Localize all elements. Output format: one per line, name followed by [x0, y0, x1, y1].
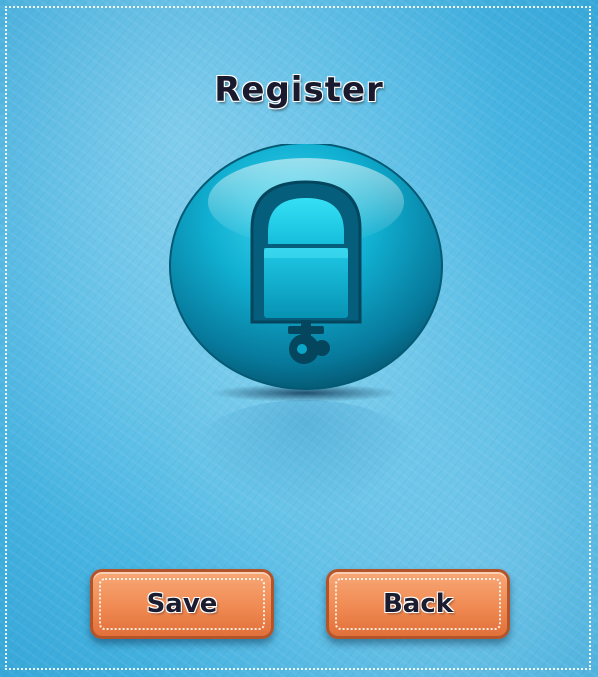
register-screen: Register Save Back	[0, 0, 598, 677]
back-button[interactable]: Back	[326, 569, 510, 639]
lock-reflection	[190, 400, 420, 510]
page-title: Register	[214, 70, 384, 110]
padlock-icon	[168, 142, 444, 394]
save-button[interactable]: Save	[90, 569, 274, 639]
save-button-label: Save	[146, 589, 218, 619]
back-button-label: Back	[382, 589, 454, 619]
